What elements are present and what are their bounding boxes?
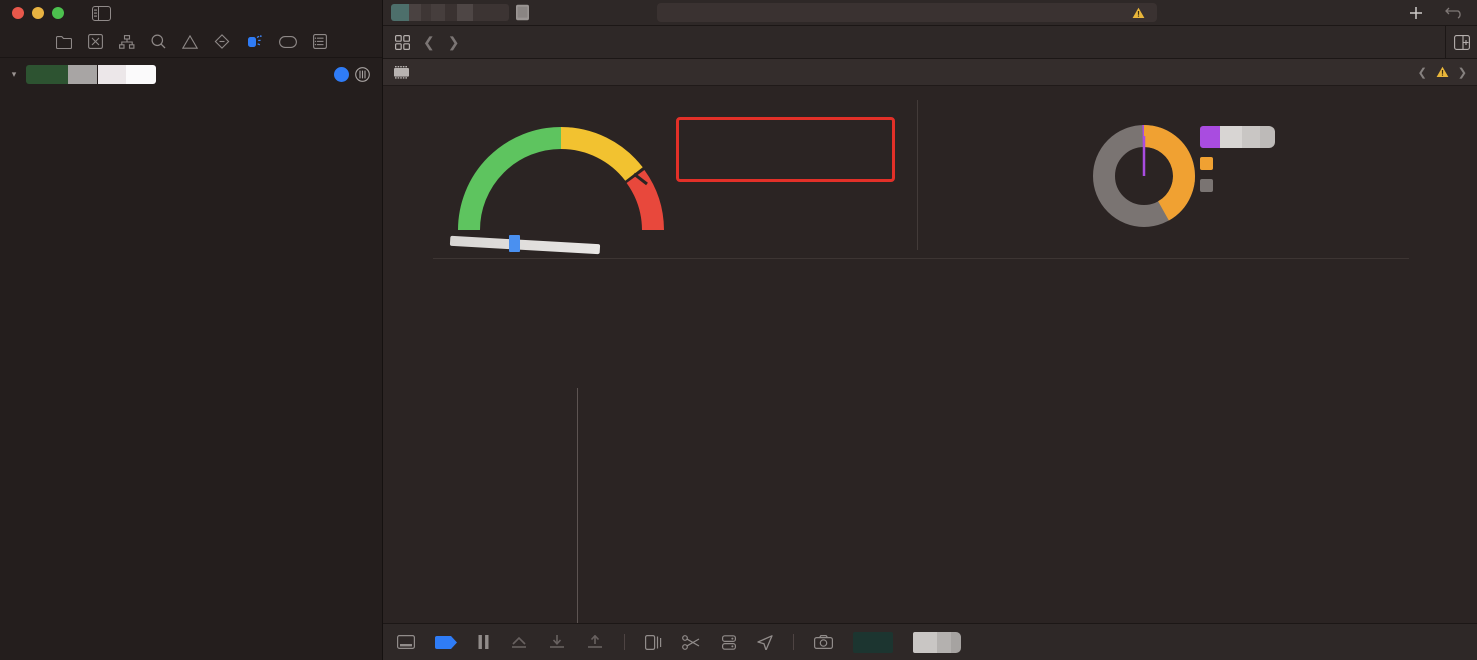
warning-icon[interactable]: [181, 34, 198, 49]
usage-comparison-legend: [1200, 126, 1410, 201]
ipad-device-icon: [515, 4, 530, 21]
summary-divider: [917, 100, 918, 250]
gauge-arc: [458, 127, 664, 231]
step-out-icon[interactable]: [586, 635, 604, 649]
activity-status-field[interactable]: [657, 3, 1157, 22]
warning-status[interactable]: [1132, 7, 1149, 19]
redacted-legend-label: [1200, 126, 1275, 148]
chevron-right-icon[interactable]: ❯: [448, 34, 460, 51]
toolbar-right-actions: [1409, 6, 1477, 20]
gauge-needle: [509, 235, 520, 252]
legend-header: [1200, 157, 1410, 170]
issue-navigation: ❮ ❯: [1418, 66, 1467, 79]
legend-item: [1200, 126, 1410, 148]
highlight-box: [676, 117, 895, 182]
step-over-icon[interactable]: [510, 635, 528, 649]
redacted-bar-item: [853, 631, 893, 653]
legend-header: [1200, 126, 1410, 148]
debug-bar: [383, 623, 1477, 660]
summary-underline: [433, 258, 1409, 259]
report-icon[interactable]: [312, 34, 327, 49]
source-control-icon[interactable]: [87, 34, 103, 49]
step-into-icon[interactable]: [548, 635, 566, 649]
chevron-right-icon[interactable]: ❯: [1458, 66, 1467, 79]
tab-navigation: ❮ ❯: [383, 26, 471, 58]
scheme-selector[interactable]: [383, 4, 536, 21]
close-button[interactable]: [12, 7, 24, 19]
plus-icon[interactable]: [1409, 6, 1423, 20]
view-debug-icon[interactable]: [682, 634, 701, 650]
search-icon[interactable]: [151, 34, 166, 49]
jump-bar: ❮ ❯: [383, 59, 1477, 86]
editor-tab-bar: ❮ ❯: [383, 26, 1477, 59]
memory-bar-icon[interactable]: [435, 635, 457, 649]
editor-area: ❮ ❯ ❮ ❯: [383, 0, 1477, 660]
process-header-row[interactable]: ▾: [0, 58, 382, 90]
usage-comparison-donut: [1092, 124, 1196, 228]
sidebar-toggle-icon[interactable]: [92, 5, 111, 21]
xcode-window: ▾ ❮ ❯ ❮ ❯: [0, 0, 1477, 660]
navigate-back-forward-icon[interactable]: [1445, 7, 1463, 19]
memory-use-title: [383, 86, 917, 98]
disclosure-triangle-icon[interactable]: ▾: [8, 69, 20, 80]
tabs: [471, 26, 1445, 58]
pause-icon[interactable]: [477, 635, 490, 649]
summary-section: [383, 86, 1477, 258]
usage-comparison-panel: [917, 86, 1477, 258]
breakpoint-icon[interactable]: [214, 34, 230, 49]
legend-swatch: [1200, 157, 1213, 170]
activity-icon[interactable]: [355, 66, 370, 82]
navigator-filter-toolbar: [0, 26, 382, 58]
divider: [793, 634, 794, 650]
window-titlebar: [0, 0, 382, 26]
redacted-project-name: [26, 64, 156, 84]
warning-triangle-icon[interactable]: [1436, 66, 1449, 78]
memory-report-icon: [393, 65, 410, 80]
warning-triangle-icon: [1132, 7, 1145, 18]
debug-icon[interactable]: [246, 34, 263, 49]
usage-comparison-title: [917, 86, 1477, 98]
info-badge[interactable]: [334, 66, 349, 82]
tag-icon[interactable]: [278, 35, 297, 48]
chevron-left-icon[interactable]: ❮: [423, 34, 435, 51]
memory-use-gauge: [449, 122, 671, 255]
redacted-bar-label: [913, 631, 961, 653]
process-header-actions: [334, 66, 370, 82]
console-icon[interactable]: [397, 635, 415, 649]
location-icon[interactable]: [757, 634, 773, 650]
legend-item: [1200, 179, 1410, 192]
chevron-left-icon[interactable]: ❮: [1418, 66, 1427, 79]
folder-icon[interactable]: [55, 35, 72, 49]
memory-graph-icon[interactable]: [721, 634, 737, 650]
zoom-button[interactable]: [52, 7, 64, 19]
view-hierarchy-icon[interactable]: [645, 634, 662, 650]
minimize-button[interactable]: [32, 7, 44, 19]
memory-report-content: [383, 86, 1477, 623]
hierarchy-icon[interactable]: [118, 34, 135, 49]
debug-navigator: ▾: [0, 0, 383, 660]
divider: [624, 634, 625, 650]
traffic-lights[interactable]: [12, 7, 64, 19]
redacted-scheme-name: [391, 4, 509, 21]
tab-grid-icon[interactable]: [395, 34, 410, 50]
donut-chart: [1093, 125, 1195, 227]
memory-graph: [577, 388, 1409, 623]
memory-graph-canvas: [578, 388, 1034, 623]
memory-detail-section: [383, 266, 1477, 623]
memory-use-panel: [383, 86, 917, 258]
add-editor-icon[interactable]: [1445, 26, 1477, 58]
legend-swatch: [1200, 179, 1213, 192]
legend-item: [1200, 157, 1410, 170]
toolbar: [383, 0, 1477, 26]
camera-icon[interactable]: [814, 635, 833, 649]
legend-header: [1200, 179, 1410, 192]
